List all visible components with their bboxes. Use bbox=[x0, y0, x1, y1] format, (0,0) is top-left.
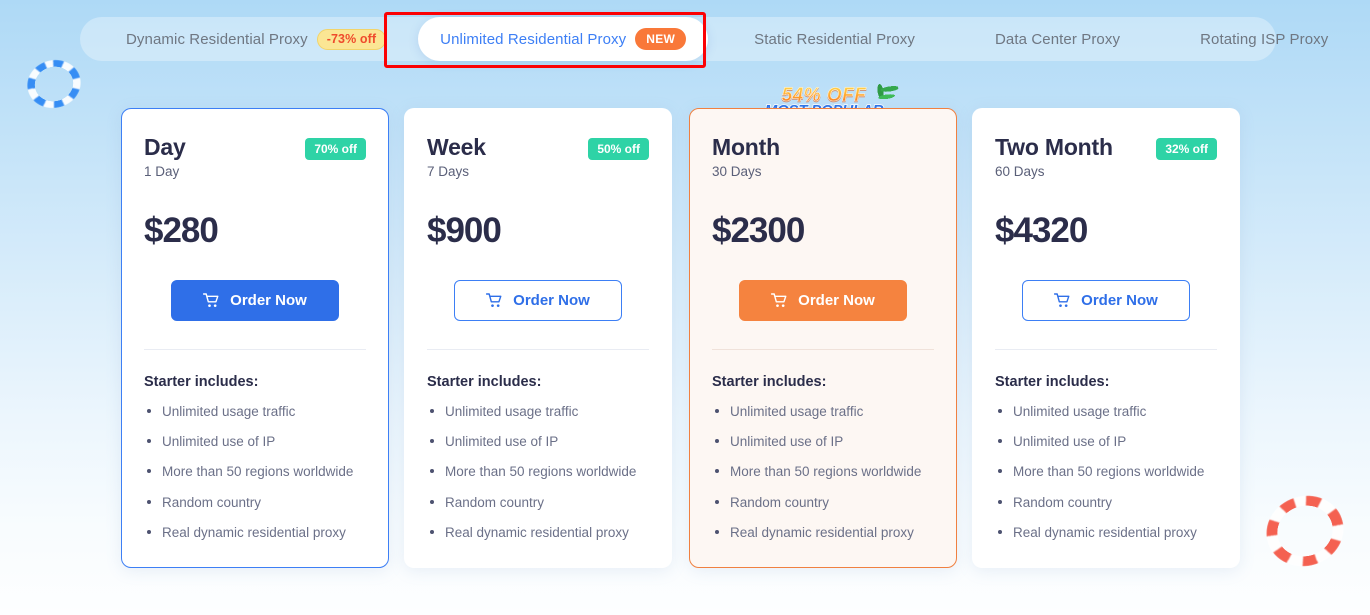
list-item: Unlimited use of IP bbox=[712, 433, 934, 450]
list-item: Unlimited usage traffic bbox=[712, 403, 934, 420]
list-item: Random country bbox=[712, 494, 934, 511]
list-item: Unlimited use of IP bbox=[995, 433, 1217, 450]
list-item: Unlimited usage traffic bbox=[427, 403, 649, 420]
card-divider bbox=[427, 348, 649, 350]
includes-title: Starter includes: bbox=[995, 373, 1110, 390]
card-header: Week 7 Days 50% off bbox=[427, 134, 649, 179]
plan-price: $900 bbox=[427, 210, 502, 250]
list-item: Unlimited use of IP bbox=[427, 433, 649, 450]
card-divider bbox=[995, 348, 1217, 350]
plan-discount-badge: 70% off bbox=[305, 138, 366, 160]
feature-list: Unlimited usage traffic Unlimited use of… bbox=[144, 403, 366, 541]
order-now-label: Order Now bbox=[513, 291, 590, 309]
list-item: Real dynamic residential proxy bbox=[712, 524, 934, 541]
list-item: More than 50 regions worldwide bbox=[995, 463, 1217, 480]
list-item: Real dynamic residential proxy bbox=[995, 524, 1217, 541]
feature-list: Unlimited usage traffic Unlimited use of… bbox=[995, 403, 1217, 541]
plan-duration: 60 Days bbox=[995, 163, 1045, 179]
feature-list: Unlimited usage traffic Unlimited use of… bbox=[427, 403, 649, 541]
plan-price: $2300 bbox=[712, 210, 805, 250]
card-divider bbox=[712, 348, 934, 350]
plan-duration: 30 Days bbox=[712, 163, 762, 179]
plan-discount-badge: 50% off bbox=[588, 138, 649, 160]
list-item: More than 50 regions worldwide bbox=[427, 463, 649, 480]
feature-list: Unlimited usage traffic Unlimited use of… bbox=[712, 403, 934, 541]
list-item: Random country bbox=[144, 494, 366, 511]
list-item: Random country bbox=[995, 494, 1217, 511]
list-item: More than 50 regions worldwide bbox=[712, 463, 934, 480]
shopping-cart-icon bbox=[203, 293, 219, 307]
order-now-button[interactable]: Order Now bbox=[171, 279, 339, 321]
card-title-group: Week 7 Days bbox=[427, 134, 486, 179]
shopping-cart-icon bbox=[771, 293, 787, 307]
card-header: Two Month 60 Days 32% off bbox=[995, 134, 1217, 179]
card-divider bbox=[144, 348, 366, 350]
includes-title: Starter includes: bbox=[712, 373, 827, 390]
pricing-card-two-month[interactable]: Two Month 60 Days 32% off $4320 Order No… bbox=[972, 108, 1240, 568]
plan-price: $4320 bbox=[995, 210, 1088, 250]
plan-title: Two Month bbox=[995, 134, 1113, 160]
pricing-card-list: Day 1 Day 70% off $280 Order Now Starter… bbox=[0, 0, 1370, 615]
list-item: Unlimited usage traffic bbox=[995, 403, 1217, 420]
order-now-button[interactable]: Order Now bbox=[1022, 279, 1190, 321]
shopping-cart-icon bbox=[1054, 293, 1070, 307]
card-title-group: Day 1 Day bbox=[144, 134, 186, 179]
list-item: More than 50 regions worldwide bbox=[144, 463, 366, 480]
plan-title: Week bbox=[427, 134, 486, 160]
plan-duration: 7 Days bbox=[427, 163, 470, 179]
list-item: Real dynamic residential proxy bbox=[144, 524, 366, 541]
order-now-label: Order Now bbox=[230, 291, 307, 309]
plan-title: Month bbox=[712, 134, 780, 160]
list-item: Unlimited usage traffic bbox=[144, 403, 366, 420]
plan-price: $280 bbox=[144, 210, 219, 250]
order-now-label: Order Now bbox=[798, 291, 875, 309]
list-item: Real dynamic residential proxy bbox=[427, 524, 649, 541]
order-now-label: Order Now bbox=[1081, 291, 1158, 309]
pricing-card-week[interactable]: Week 7 Days 50% off $900 Order Now Start… bbox=[404, 108, 672, 568]
plan-title: Day bbox=[144, 134, 186, 160]
pricing-card-day[interactable]: Day 1 Day 70% off $280 Order Now Starter… bbox=[121, 108, 389, 568]
card-header: Month 30 Days bbox=[712, 134, 934, 179]
includes-title: Starter includes: bbox=[144, 373, 259, 390]
card-title-group: Month 30 Days bbox=[712, 134, 780, 179]
list-item: Random country bbox=[427, 494, 649, 511]
plan-discount-badge: 32% off bbox=[1156, 138, 1217, 160]
order-now-button[interactable]: Order Now bbox=[739, 279, 907, 321]
pricing-card-month[interactable]: Month 30 Days $2300 Order Now Starter in… bbox=[689, 108, 957, 568]
shopping-cart-icon bbox=[486, 293, 502, 307]
order-now-button[interactable]: Order Now bbox=[454, 279, 622, 321]
card-title-group: Two Month 60 Days bbox=[995, 134, 1113, 179]
includes-title: Starter includes: bbox=[427, 373, 542, 390]
card-header: Day 1 Day 70% off bbox=[144, 134, 366, 179]
list-item: Unlimited use of IP bbox=[144, 433, 366, 450]
plan-duration: 1 Day bbox=[144, 163, 180, 179]
